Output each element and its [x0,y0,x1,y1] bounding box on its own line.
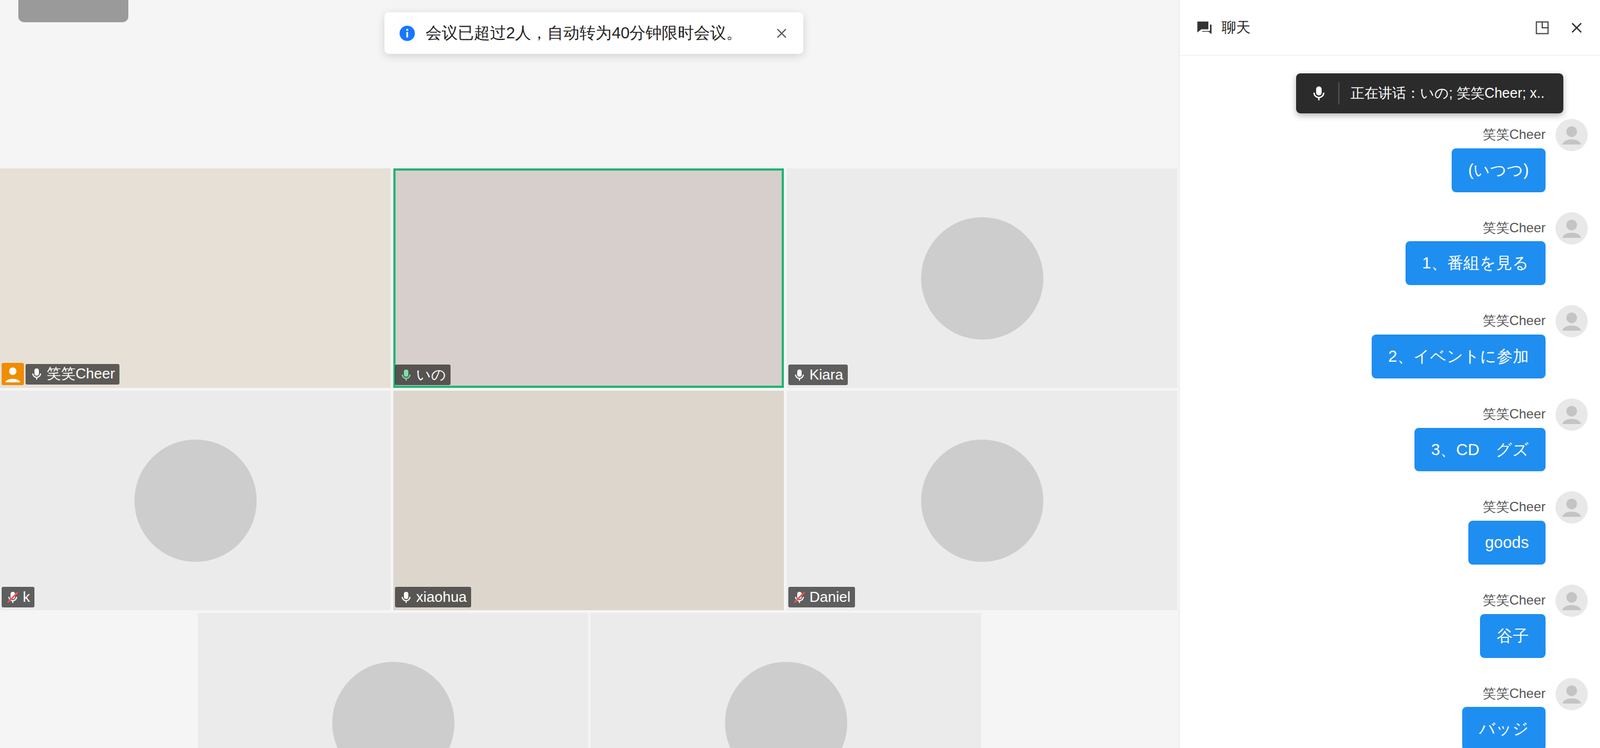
participant-name: いの [416,366,447,384]
participant-name: Kiara [809,366,844,384]
participant-tile[interactable]: いの [393,168,784,388]
message-bubble[interactable]: 2、イベントに参加 [1371,334,1546,379]
close-icon [1568,20,1585,36]
close-icon [774,26,789,41]
message-sender: 笑笑Cheer [1482,685,1546,702]
participant-name: Daniel [809,588,851,606]
mic-icon [399,590,413,604]
user-avatar-icon [1555,118,1588,152]
name-label: Kiara [788,364,848,385]
participant-tile[interactable]: Kiara [786,168,1178,388]
host-icon [1,362,24,385]
message-bubble[interactable]: (いつつ) [1451,148,1546,193]
notice-toast: 会议已超过2人，自动转为40分钟限时会议。 [384,12,804,54]
muted-mic-icon [6,590,20,604]
user-avatar-icon [1555,212,1588,245]
user-avatar-icon [1555,398,1588,431]
name-label: Daniel [788,586,855,608]
participant-tile[interactable]: k [0,390,391,610]
participant-name: 笑笑Cheer [46,365,115,383]
name-label: k [1,586,35,608]
chat-message: 笑笑Cheer 3、CD グズ [1179,406,1588,472]
notice-text: 会议已超过2人，自动转为40分钟限时会议。 [425,21,743,46]
message-bubble[interactable]: goods [1468,520,1546,565]
name-box: 笑笑Cheer [25,363,120,385]
message-sender: 笑笑Cheer [1482,498,1546,515]
popout-icon [1534,20,1550,36]
message-sender: 笑笑Cheer [1482,312,1546,329]
info-icon [398,25,416,42]
video-stage: 笑笑Cheer いの Kiara k xiaohua Daniel 会议已超过2人，自动… [0,0,1179,748]
avatar-picture [921,217,1044,340]
message-sender: 笑笑Cheer [1482,220,1546,237]
muted-mic-icon [792,590,807,604]
name-box: いの [395,364,451,385]
chat-title: 聊天 [1221,16,1251,39]
participant-name: xiaohua [416,588,467,606]
name-box: k [1,586,35,608]
toolbar-handle[interactable] [18,0,129,23]
name-label: xiaohua [395,586,472,608]
mic-icon [30,367,44,381]
name-box: Kiara [788,364,848,385]
participant-tile[interactable]: 笑笑Cheer [0,168,391,388]
mic-icon [1310,85,1328,102]
chat-message: 笑笑Cheer goods [1179,498,1588,565]
chat-message: 笑笑Cheer 1、番組を見る [1179,220,1588,286]
name-box: Daniel [788,586,855,608]
message-bubble[interactable]: 3、CD グズ [1414,427,1546,472]
user-avatar-icon [1555,677,1588,710]
chat-message: 笑笑Cheer バッジ [1179,685,1588,748]
participant-tile[interactable]: xiaohua [393,390,784,610]
message-sender: 笑笑Cheer [1482,406,1546,423]
chat-header: 聊天 [1179,0,1600,56]
mic-icon [792,368,807,382]
message-sender: 笑笑Cheer [1482,592,1546,609]
chat-panel: 聊天笑笑Cheer(いつつ)笑笑Cheer1、番組を見る笑笑Cheer2、イベン… [1178,0,1600,748]
name-box: xiaohua [395,586,472,608]
message-bubble[interactable]: 谷子 [1480,613,1546,658]
participant-tile[interactable]: Daniel [786,390,1178,610]
speaking-text: 正在讲话：いの; 笑笑Cheer; x.. [1350,82,1545,104]
message-bubble[interactable]: 1、番組を見る [1405,241,1546,285]
name-label: いの [395,364,451,385]
avatar-picture [332,661,455,748]
name-label: 笑笑Cheer [1,362,120,385]
chat-message: 笑笑Cheer 2、イベントに参加 [1179,312,1588,379]
chat-icon [1195,18,1214,38]
user-avatar-icon [1555,491,1588,524]
chat-message: 笑笑Cheer 谷子 [1179,592,1588,658]
message-sender: 笑笑Cheer [1482,126,1546,143]
user-avatar-icon [1555,305,1588,338]
avatar-picture [134,439,257,562]
speaking-tooltip: 正在讲话：いの; 笑笑Cheer; x.. [1296,73,1564,114]
participant-tile[interactable] [590,612,982,748]
avatar-picture [921,439,1044,562]
participant-tile[interactable] [197,612,589,748]
message-list: 笑笑Cheer(いつつ)笑笑Cheer1、番組を見る笑笑Cheer2、イベントに… [1179,55,1600,748]
chat-message: 笑笑Cheer (いつつ) [1179,126,1588,193]
avatar-picture [725,661,848,748]
user-avatar-icon [1555,584,1588,617]
mic-icon [399,368,413,382]
participant-name: k [22,588,30,606]
speaker-frame [393,168,784,388]
message-bubble[interactable]: バッジ [1462,706,1546,748]
